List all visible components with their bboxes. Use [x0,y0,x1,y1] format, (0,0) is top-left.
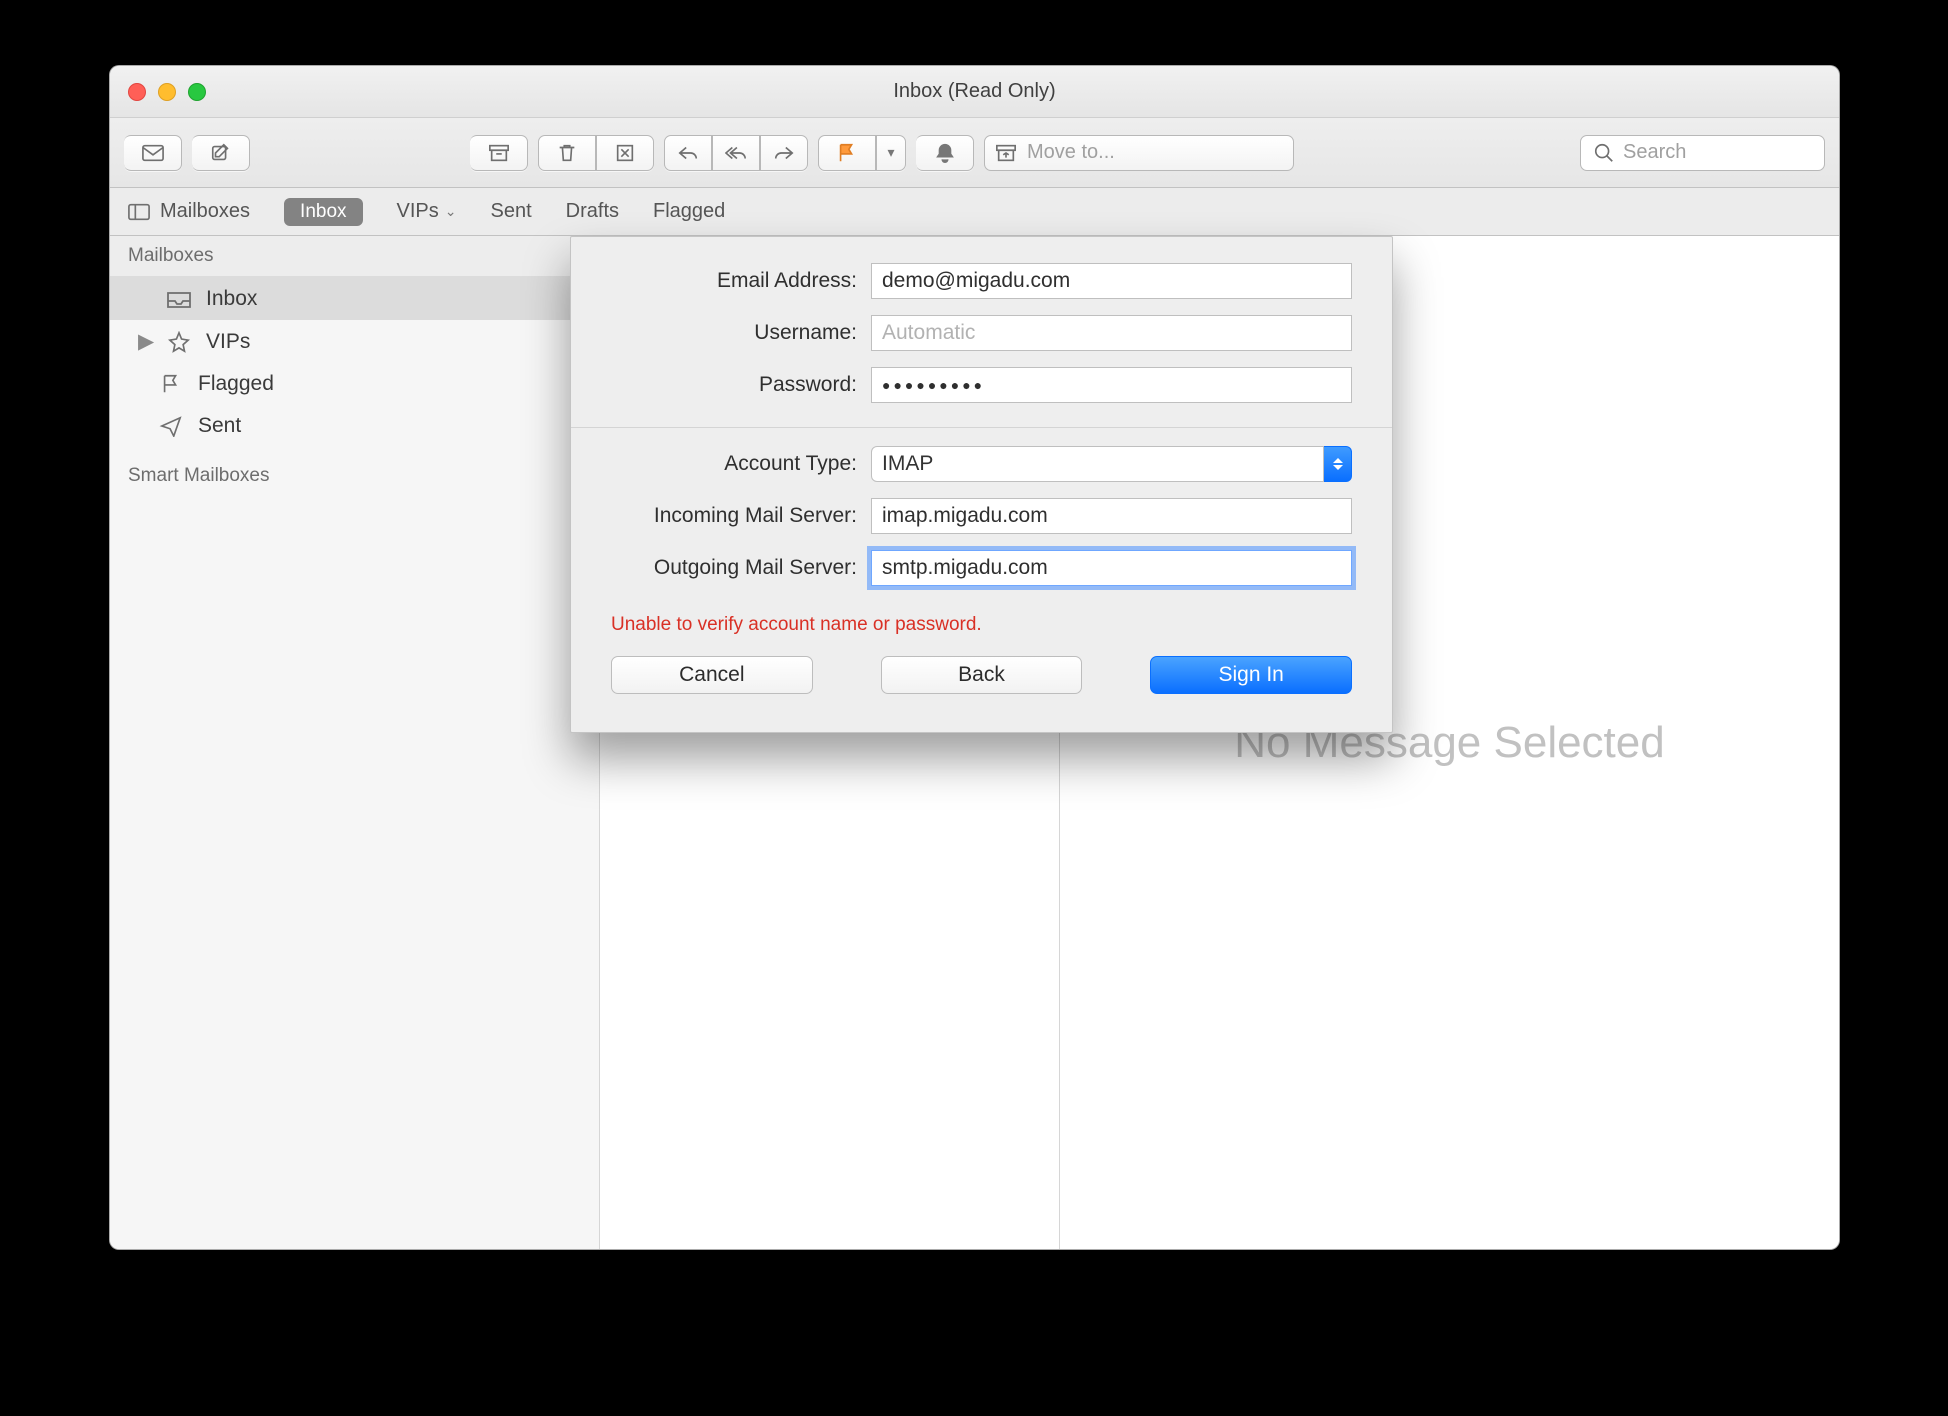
reply-button[interactable] [664,135,712,171]
minimize-window-button[interactable] [158,83,176,101]
back-button[interactable]: Back [881,656,1083,694]
chevron-down-icon: ▾ [887,144,894,161]
sidebar-item-label: Sent [198,414,241,438]
flag-menu-button[interactable]: ▾ [876,135,906,171]
sidebar-item-sent[interactable]: Sent [110,405,599,447]
zoom-window-button[interactable] [188,83,206,101]
archive-button[interactable] [470,135,528,171]
move-to-placeholder: Move to... [1027,141,1115,164]
forward-button[interactable] [760,135,808,171]
search-field[interactable]: Search [1580,135,1825,171]
error-message: Unable to verify account name or passwor… [611,602,1352,650]
junk-button[interactable] [596,135,654,171]
sidebar-heading-smart: Smart Mailboxes [110,447,599,493]
username-label: Username: [611,321,871,345]
sidebar-item-label: Inbox [206,287,257,311]
sidebar: Mailboxes ▶ Inbox ▶ VIPs [110,236,600,1249]
account-type-select[interactable]: IMAP [871,446,1352,482]
reply-all-icon [725,142,747,164]
mailboxes-toggle-label: Mailboxes [160,200,250,223]
compose-icon [210,142,232,164]
archive-icon [488,142,510,164]
sidebar-heading-mailboxes: Mailboxes [110,236,599,277]
window-title: Inbox (Read Only) [110,80,1839,103]
password-label: Password: [611,373,871,397]
email-input[interactable] [871,263,1352,299]
sidebar-panel-icon [128,201,150,223]
move-to-icon [995,142,1017,164]
outgoing-server-input[interactable] [871,550,1352,586]
forward-icon [773,142,795,164]
paper-plane-icon [158,415,184,437]
inbox-icon [166,288,192,310]
incoming-server-input[interactable] [871,498,1352,534]
search-icon [1593,142,1615,164]
fav-inbox-pill[interactable]: Inbox [284,198,362,226]
star-icon [166,331,192,353]
toolbar: ▾ Move to... Search [110,118,1839,188]
select-stepper-icon [1324,446,1352,482]
chevron-down-icon: ⌄ [445,203,457,220]
notifications-button[interactable] [916,135,974,171]
account-type-value: IMAP [882,452,933,476]
username-input[interactable] [871,315,1352,351]
account-type-label: Account Type: [611,452,871,476]
flag-outline-icon [158,373,184,395]
sign-in-button[interactable]: Sign In [1150,656,1352,694]
sidebar-item-vips[interactable]: ▶ VIPs [110,320,599,363]
incoming-server-label: Incoming Mail Server: [611,504,871,528]
sidebar-item-label: VIPs [206,330,250,354]
favorites-bar: Mailboxes Inbox VIPs ⌄ Sent Drafts Flagg… [110,188,1839,236]
disclosure-caret[interactable]: ▶ [138,329,152,354]
reply-icon [677,142,699,164]
fav-sent[interactable]: Sent [491,200,532,223]
password-input[interactable] [871,367,1352,403]
junk-icon [614,142,636,164]
outgoing-server-label: Outgoing Mail Server: [611,556,871,580]
search-placeholder: Search [1623,141,1686,164]
sidebar-item-flagged[interactable]: Flagged [110,363,599,405]
titlebar: Inbox (Read Only) [110,66,1839,118]
fav-vips[interactable]: VIPs ⌄ [397,200,457,223]
mail-window: Inbox (Read Only) [109,65,1840,1250]
email-label: Email Address: [611,269,871,293]
trash-icon [556,142,578,164]
flag-button[interactable] [818,135,876,171]
account-setup-sheet: Email Address: Username: Password: Accou… [570,236,1393,733]
delete-button[interactable] [538,135,596,171]
reply-all-button[interactable] [712,135,760,171]
mailboxes-toggle[interactable]: Mailboxes [128,200,250,223]
envelope-icon [142,142,164,164]
fav-drafts[interactable]: Drafts [566,200,619,223]
cancel-button[interactable]: Cancel [611,656,813,694]
compose-button[interactable] [192,135,250,171]
fav-flagged[interactable]: Flagged [653,200,725,223]
get-mail-button[interactable] [124,135,182,171]
sidebar-item-label: Flagged [198,372,274,396]
flag-icon [836,142,858,164]
move-to-field[interactable]: Move to... [984,135,1294,171]
sidebar-item-inbox[interactable]: ▶ Inbox [110,277,599,320]
close-window-button[interactable] [128,83,146,101]
bell-icon [934,142,956,164]
fav-vips-label: VIPs [397,200,439,223]
